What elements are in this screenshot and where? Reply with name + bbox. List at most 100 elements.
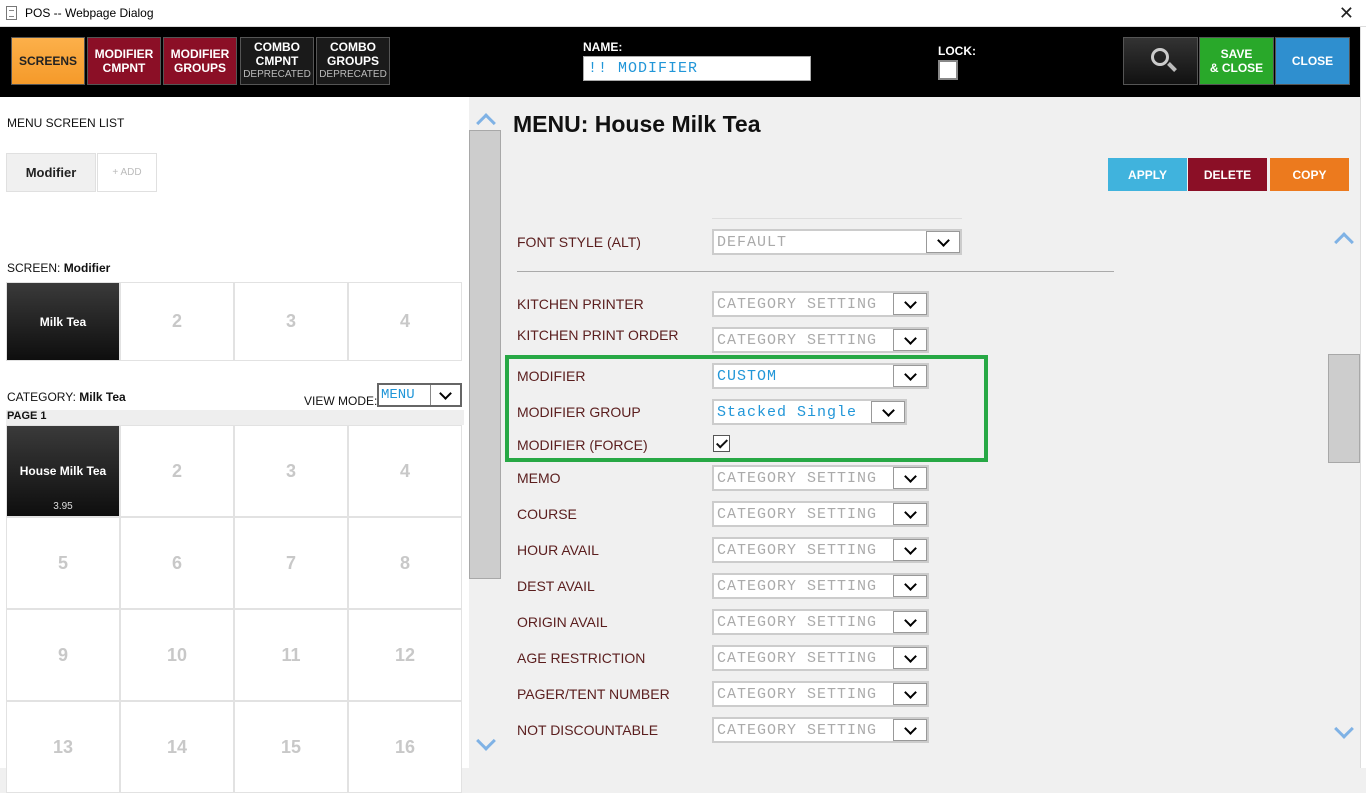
view-mode-select[interactable]: MENU [377,383,462,407]
dest-avail-value: CATEGORY SETTING [717,578,878,595]
item-cell[interactable]: 11 [234,609,348,701]
memo-value: CATEGORY SETTING [717,470,878,487]
lock-checkbox[interactable] [938,60,958,80]
pager-tent-number-select[interactable]: CATEGORY SETTING [712,681,929,707]
not-discountable-label: NOT DISCOUNTABLE [517,722,659,738]
item-cell[interactable]: 3 [234,425,348,517]
close-button[interactable]: CLOSE [1275,37,1350,85]
modifier-force-checkbox[interactable] [713,435,730,452]
copy-button[interactable]: COPY [1270,158,1349,191]
chevron-down-icon[interactable] [893,467,927,489]
screen-label-prefix: SCREEN: [7,261,64,275]
hour-avail-select[interactable]: CATEGORY SETTING [712,537,929,563]
kitchen-print-order-select[interactable]: CATEGORY SETTING [712,327,929,353]
divider [712,218,962,219]
screen-cell[interactable]: 4 [348,282,462,361]
pager-tent-number-label: PAGER/TENT NUMBER [517,686,670,702]
item-cell[interactable]: 5 [6,517,120,609]
combo-groups-deprecated: DEPRECATED [319,69,387,80]
item-cell[interactable]: 4 [348,425,462,517]
item-cell[interactable]: 10 [120,609,234,701]
save-close-button[interactable]: SAVE & CLOSE [1199,37,1274,85]
chevron-down-icon[interactable] [893,293,927,315]
not-discountable-select[interactable]: CATEGORY SETTING [712,717,929,743]
scroll-down-icon[interactable] [1334,719,1354,742]
origin-avail-select[interactable]: CATEGORY SETTING [712,609,929,635]
modifier-group-value: Stacked Single [717,404,858,421]
chevron-down-icon[interactable] [430,385,460,405]
item-price: 3.95 [53,501,73,512]
item-label: House Milk Tea [19,464,107,478]
kitchen-printer-select[interactable]: CATEGORY SETTING [712,291,929,317]
item-cell[interactable]: House Milk Tea 3.95 [6,425,120,517]
dest-avail-select[interactable]: CATEGORY SETTING [712,573,929,599]
chevron-down-icon[interactable] [871,401,905,423]
modifier-group-select[interactable]: Stacked Single [712,399,907,425]
search-button[interactable] [1123,37,1198,85]
chevron-down-icon[interactable] [893,539,927,561]
chevron-down-icon[interactable] [893,329,927,351]
view-mode-value: MENU [381,387,415,403]
chevron-down-icon[interactable] [893,365,927,387]
item-cell[interactable]: 16 [348,701,462,793]
chevron-down-icon[interactable] [893,503,927,525]
item-cell[interactable]: 12 [348,609,462,701]
screen-tab-modifier[interactable]: Modifier [6,153,96,192]
modifier-groups-label-2: GROUPS [173,61,226,75]
apply-button[interactable]: APPLY [1108,158,1187,191]
combo-groups-label-1: COMBO [330,40,376,54]
delete-button[interactable]: DELETE [1188,158,1267,191]
memo-select[interactable]: CATEGORY SETTING [712,465,929,491]
chevron-down-icon[interactable] [893,611,927,633]
scroll-thumb[interactable] [1328,354,1360,463]
kitchen-print-order-label: KITCHEN PRINT ORDER [517,327,679,343]
screen-cell[interactable]: 2 [120,282,234,361]
chevron-down-icon[interactable] [893,683,927,705]
scroll-up-icon[interactable] [1334,229,1354,252]
lock-label: LOCK: [938,44,976,58]
modifier-value: CUSTOM [717,368,778,385]
item-cell[interactable]: 13 [6,701,120,793]
item-cell[interactable]: 9 [6,609,120,701]
add-screen-button[interactable]: + ADD [97,153,157,192]
name-label: NAME: [583,40,623,54]
font-style-alt-select[interactable]: DEFAULT [712,229,962,255]
screen-cell[interactable]: 3 [234,282,348,361]
window-close-icon[interactable]: ✕ [1339,3,1354,23]
right-scrollbar[interactable] [1327,217,1360,768]
screen-cell[interactable]: Milk Tea [6,282,120,361]
age-restriction-select[interactable]: CATEGORY SETTING [712,645,929,671]
left-scrollbar[interactable] [469,97,502,768]
modifier-label: MODIFIER [517,368,586,384]
origin-avail-label: ORIGIN AVAIL [517,614,608,630]
modifier-groups-button[interactable]: MODIFIER GROUPS [163,37,237,85]
combo-cmpnt-button[interactable]: COMBO CMPNT DEPRECATED [240,37,314,85]
chevron-down-icon[interactable] [893,575,927,597]
scroll-thumb[interactable] [469,130,501,579]
modifier-select[interactable]: CUSTOM [712,363,929,389]
window-titlebar: POS -- Webpage Dialog ✕ [0,0,1366,27]
item-cell[interactable]: 6 [120,517,234,609]
item-cell[interactable]: 8 [348,517,462,609]
view-mode-label: VIEW MODE: [304,394,378,408]
chevron-down-icon[interactable] [893,647,927,669]
hour-avail-label: HOUR AVAIL [517,542,599,558]
course-select[interactable]: CATEGORY SETTING [712,501,929,527]
scroll-up-icon[interactable] [476,110,496,133]
chevron-down-icon[interactable] [893,719,927,741]
modifier-force-label: MODIFIER (FORCE) [517,437,648,453]
scroll-down-icon[interactable] [476,731,496,754]
item-cell[interactable]: 15 [234,701,348,793]
chevron-down-icon[interactable] [926,231,960,253]
item-cell[interactable]: 2 [120,425,234,517]
item-cell[interactable]: 7 [234,517,348,609]
age-restriction-label: AGE RESTRICTION [517,650,646,666]
name-input[interactable]: !! MODIFIER [583,56,811,81]
modifier-cmpnt-button[interactable]: MODIFIER CMPNT [87,37,161,85]
screen-label: SCREEN: Modifier [7,261,110,275]
screens-button[interactable]: SCREENS [11,37,85,85]
combo-groups-button[interactable]: COMBO GROUPS DEPRECATED [316,37,390,85]
modifier-cmpnt-label-2: CMPNT [102,61,146,75]
item-cell[interactable]: 14 [120,701,234,793]
combo-cmpnt-label-2: CMPNT [255,54,299,68]
